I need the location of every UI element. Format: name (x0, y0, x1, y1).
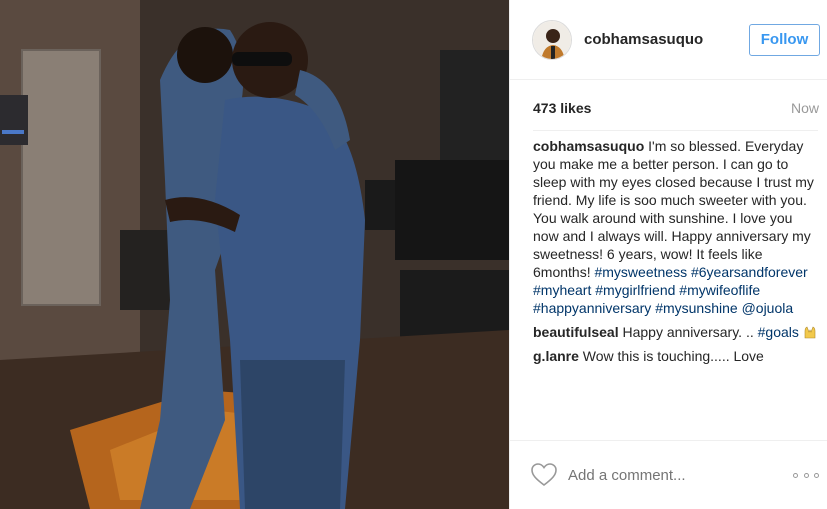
hashtag[interactable]: #happyanniversary (533, 300, 651, 316)
comment-item: beautifulseal Happy anniversary. .. #goa… (533, 323, 818, 341)
hashtag[interactable]: #myheart (533, 282, 591, 298)
comment-item: g.lanre Wow this is touching..... Love (533, 347, 818, 365)
dot (803, 472, 809, 478)
dot (814, 472, 819, 478)
post-time[interactable]: Now (791, 100, 819, 116)
post-photo[interactable] (0, 0, 509, 509)
add-comment-input[interactable] (568, 466, 793, 484)
studio-photo-illustration (0, 0, 509, 509)
dot (793, 472, 798, 478)
caption-username[interactable]: cobhamsasuquo (533, 138, 644, 154)
hashtag[interactable]: #goals (758, 324, 799, 340)
hashtag[interactable]: #mysweetness (594, 264, 687, 280)
likes-count[interactable]: 473 likes (533, 100, 591, 116)
mention[interactable]: @ojuola (742, 300, 794, 316)
hashtag[interactable]: #mygirlfriend (595, 282, 675, 298)
instagram-post: cobhamsasuquo Follow 473 likes Now cobha… (0, 0, 827, 509)
post-header: cobhamsasuquo Follow (510, 0, 827, 80)
comment-username[interactable]: g.lanre (533, 348, 579, 364)
comment-text: Wow this is touching..... Love (578, 348, 764, 364)
comment-text: Happy anniversary. .. (618, 324, 758, 340)
comments-list: cobhamsasuquo I'm so blessed. Everyday y… (533, 130, 818, 440)
more-options-icon[interactable] (793, 471, 819, 479)
heart-outline-icon[interactable] (530, 462, 558, 488)
post-stats: 473 likes Now (533, 98, 819, 118)
hashtag[interactable]: #mywifeoflife (679, 282, 760, 298)
caption: cobhamsasuquo I'm so blessed. Everyday y… (533, 137, 818, 317)
comment-username[interactable]: beautifulseal (533, 324, 619, 340)
raised-hands-icon (804, 326, 816, 339)
hashtag[interactable]: #6yearsandforever (691, 264, 808, 280)
add-comment-bar (510, 440, 827, 509)
follow-button[interactable]: Follow (749, 23, 820, 56)
caption-text: I'm so blessed. Everyday you make me a b… (533, 138, 814, 280)
avatar-image (533, 20, 571, 59)
user-avatar[interactable] (532, 19, 572, 60)
username[interactable]: cobhamsasuquo (584, 31, 749, 48)
hashtag[interactable]: #mysunshine (655, 300, 738, 316)
post-sidebar: cobhamsasuquo Follow 473 likes Now cobha… (509, 0, 827, 509)
